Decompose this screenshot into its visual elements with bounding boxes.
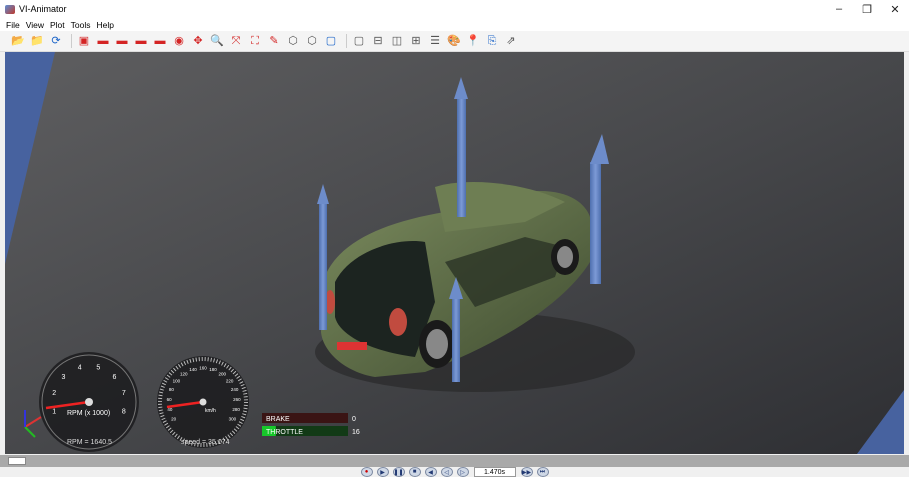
cursor-icon[interactable]: ⇗ [503, 34, 519, 49]
rpm-tick-label: 7 [122, 390, 126, 397]
maximize-button[interactable]: ❐ [853, 0, 881, 18]
menu-tools[interactable]: Tools [71, 20, 91, 30]
fit-icon[interactable]: ⤧ [228, 34, 244, 49]
speed-tick-label: 300 [229, 417, 237, 422]
cube-hidden-icon[interactable]: ▢ [323, 34, 339, 49]
folder-icon[interactable]: 📁 [29, 34, 45, 49]
license-plate [337, 342, 367, 350]
layout-rows-icon[interactable]: ☰ [427, 34, 443, 49]
speed-tick-label: 180 [209, 367, 217, 372]
window-controls: – ❐ ✕ [825, 0, 909, 18]
fast-forward-button[interactable]: ▶▶ [520, 467, 533, 477]
speed-tick-label: 40 [167, 407, 173, 412]
speed-unit: km/h [205, 408, 216, 414]
pause-button[interactable]: ❚❚ [392, 467, 405, 477]
rpm-tick-label: 1 [52, 409, 56, 416]
speed-tick-label: 120 [180, 371, 188, 376]
step-forward-button[interactable]: ▷ [456, 467, 469, 477]
time-display[interactable]: 1.470s [473, 467, 516, 477]
toolbar-separator [346, 34, 347, 48]
fit-all-icon[interactable]: ⛶ [247, 34, 263, 49]
open-folder-icon[interactable]: 📂 [10, 34, 26, 49]
rpm-readout: RPM = 1640.5 [67, 439, 112, 446]
rotate-icon[interactable]: ◉ [171, 34, 187, 49]
speed-tick-label: 20 [171, 417, 177, 422]
rewind-button[interactable]: ◀ [424, 467, 437, 477]
layout-vsplit-icon[interactable]: ◫ [389, 34, 405, 49]
menu-view[interactable]: View [26, 20, 44, 30]
window-title: VI-Animator [19, 4, 67, 14]
throttle-label: THROTTLE [266, 429, 303, 436]
minimize-button[interactable]: – [825, 0, 853, 18]
rpm-tick-label: 8 [122, 409, 126, 416]
timeline-slider[interactable] [0, 455, 909, 467]
cube-solid-icon[interactable]: ⬡ [285, 34, 301, 49]
step-back-button[interactable]: ◁ [440, 467, 453, 477]
close-button[interactable]: ✕ [881, 0, 909, 18]
menu-bar: File View Plot Tools Help [0, 18, 909, 31]
timeline-thumb[interactable] [8, 457, 26, 465]
speed-tick-label: 100 [173, 378, 181, 383]
speed-tick-label: 240 [231, 387, 239, 392]
car-iso-icon[interactable]: ▬ [152, 34, 168, 49]
rpm-gauge [39, 352, 139, 452]
car-rear-icon[interactable]: ▬ [114, 34, 130, 49]
zoom-icon[interactable]: 🔍 [209, 34, 225, 49]
menu-help[interactable]: Help [96, 20, 113, 30]
brake-value: 0 [352, 416, 356, 423]
speed-tick-label: 140 [189, 367, 197, 372]
export-icon[interactable]: ⎘ [484, 34, 500, 49]
pin-icon[interactable]: 📍 [465, 34, 481, 49]
car-side-icon[interactable]: ▬ [95, 34, 111, 49]
layout-quad-icon[interactable]: ⊞ [408, 34, 424, 49]
speed-tick-label: 200 [218, 371, 226, 376]
rpm-tick-label: 4 [78, 365, 82, 372]
rpm-tick-label: 5 [96, 365, 100, 372]
toolbar: 📂 📁 ⟳ ▣ ▬ ▬ ▬ ▬ ◉ ✥ 🔍 ⤧ ⛶ ✎ ⬡ ⬡ ▢ ▢ ⊟ ◫ ⊞ ☰ 🎨 📍 ⎘ ⇗ [0, 31, 909, 52]
speed-tick-label: 160 [199, 366, 207, 371]
rpm-tick-label: 2 [52, 390, 56, 397]
title-bar: VI-Animator – ❐ ✕ [0, 0, 909, 18]
speed-tick-label: 260 [233, 397, 241, 402]
app-window: VI-Animator – ❐ ✕ File View Plot Tools H… [0, 0, 909, 477]
speed-tick-label: 220 [226, 378, 234, 383]
car-front-icon[interactable]: ▣ [76, 34, 92, 49]
toolbar-separator [71, 34, 72, 48]
play-button[interactable]: ▶ [376, 467, 389, 477]
3d-viewport[interactable]: 1 2 3 4 5 6 7 8 RPM (x 1000) RPM = 1640.5 20 40 6… [5, 52, 904, 454]
speed-tick-label: 80 [169, 387, 175, 392]
menu-file[interactable]: File [6, 20, 20, 30]
reload-icon[interactable]: ⟳ [48, 34, 64, 49]
car-left-icon[interactable]: ▬ [133, 34, 149, 49]
scene-render: 1 2 3 4 5 6 7 8 RPM (x 1000) RPM = 1640.5 20 40 6… [5, 52, 904, 454]
rpm-tick-label: 6 [113, 374, 117, 381]
app-logo-icon [5, 4, 15, 14]
end-button[interactable]: ⏭ [536, 467, 549, 477]
cube-wire-icon[interactable]: ⬡ [304, 34, 320, 49]
speed-readout: speed = 35.174 [181, 439, 230, 446]
pan-icon[interactable]: ✥ [190, 34, 206, 49]
pencil-icon[interactable]: ✎ [266, 34, 282, 49]
rpm-scale-label: RPM (x 1000) [67, 410, 110, 417]
speed-tick-label: 280 [232, 407, 240, 412]
stop-button[interactable]: ■ [408, 467, 421, 477]
layout-hsplit-icon[interactable]: ⊟ [370, 34, 386, 49]
playback-controls: ● ▶ ❚❚ ■ ◀ ◁ ▷ 1.470s ▶▶ ⏭ [0, 467, 909, 477]
brake-label: BRAKE [266, 416, 290, 423]
speed-tick-label: 60 [167, 397, 173, 402]
rpm-tick-label: 3 [62, 374, 66, 381]
palette-icon[interactable]: 🎨 [446, 34, 462, 49]
menu-plot[interactable]: Plot [50, 20, 65, 30]
layout-single-icon[interactable]: ▢ [351, 34, 367, 49]
throttle-value: 16 [352, 429, 360, 436]
record-button[interactable]: ● [360, 467, 373, 477]
